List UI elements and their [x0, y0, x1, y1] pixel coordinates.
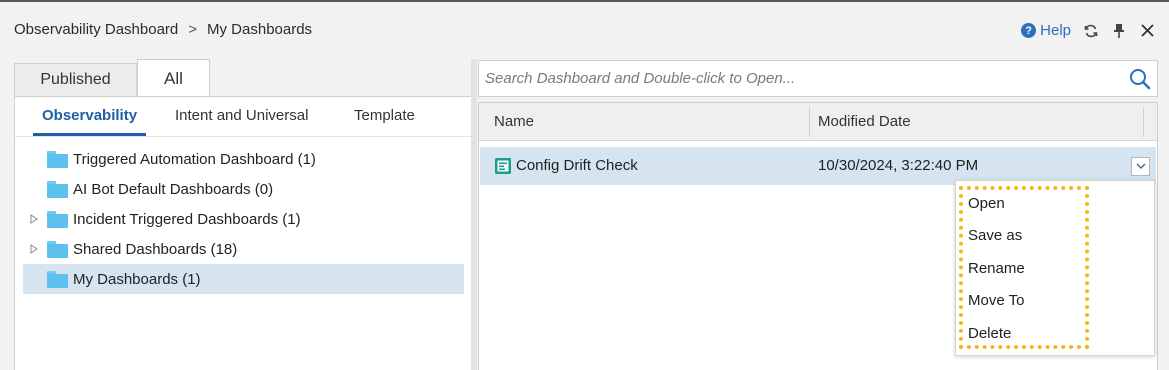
close-icon[interactable]	[1139, 23, 1155, 39]
tab-published[interactable]: Published	[14, 63, 137, 96]
help-label: Help	[1040, 22, 1071, 39]
expander-placeholder	[27, 272, 41, 286]
search-icon[interactable]	[1128, 67, 1152, 91]
folder-icon	[47, 210, 68, 228]
row-menu-dropdown-button[interactable]	[1131, 157, 1150, 176]
help-link[interactable]: ? Help	[1021, 22, 1071, 39]
top-tabs: Published All	[14, 59, 472, 97]
column-divider[interactable]	[1143, 107, 1144, 137]
panel-splitter[interactable]	[471, 59, 477, 370]
breadcrumb-current: My Dashboards	[207, 21, 313, 38]
menu-item-open[interactable]: Open	[968, 191, 1078, 215]
menu-item-save-as[interactable]: Save as	[968, 223, 1078, 247]
tree-item-label: Shared Dashboards (18)	[73, 240, 238, 258]
breadcrumb-separator: >	[188, 21, 198, 38]
tree-item-label: Incident Triggered Dashboards (1)	[73, 210, 301, 228]
breadcrumb-root[interactable]: Observability Dashboard	[14, 21, 178, 38]
subtab-template[interactable]: Template	[354, 107, 415, 124]
sub-tabs: Observability Intent and Universal Templ…	[15, 97, 471, 137]
tree-item-ai-bot[interactable]: AI Bot Default Dashboards (0)	[23, 174, 464, 204]
menu-item-move-to[interactable]: Move To	[968, 288, 1078, 312]
folder-icon	[47, 240, 68, 258]
menu-item-delete[interactable]: Delete	[968, 321, 1078, 345]
subtab-observability[interactable]: Observability	[42, 107, 137, 124]
expand-arrow-icon[interactable]	[27, 242, 41, 256]
left-panel: Published All Observability Intent and U…	[14, 59, 472, 370]
search-box	[478, 60, 1158, 97]
column-divider[interactable]	[809, 107, 810, 137]
tree-item-label: My Dashboards (1)	[73, 270, 201, 288]
folder-icon	[47, 270, 68, 288]
column-header-modified-date[interactable]: Modified Date	[818, 103, 911, 140]
menu-item-rename[interactable]: Rename	[968, 256, 1078, 280]
grid-header: Name Modified Date	[479, 103, 1157, 141]
tree-item-my-dashboards[interactable]: My Dashboards (1)	[23, 264, 464, 294]
tree-item-incident-triggered[interactable]: Incident Triggered Dashboards (1)	[23, 204, 464, 234]
tree-item-triggered-automation[interactable]: Triggered Automation Dashboard (1)	[23, 144, 464, 174]
tree-item-label: Triggered Automation Dashboard (1)	[73, 150, 316, 168]
subtab-intent-universal[interactable]: Intent and Universal	[175, 107, 308, 124]
folder-tree-panel: Observability Intent and Universal Templ…	[14, 96, 472, 370]
search-input[interactable]	[485, 63, 1115, 94]
dashboard-doc-icon	[494, 157, 512, 175]
tab-all[interactable]: All	[137, 59, 210, 97]
refresh-icon[interactable]	[1083, 23, 1099, 39]
folder-icon	[47, 180, 68, 198]
subtab-active-indicator	[33, 133, 146, 136]
tree-item-label: AI Bot Default Dashboards (0)	[73, 180, 274, 198]
header-bar: Observability Dashboard > My Dashboards …	[0, 2, 1169, 60]
pin-icon[interactable]	[1111, 23, 1127, 39]
column-header-name[interactable]: Name	[494, 103, 534, 140]
expand-arrow-icon[interactable]	[27, 212, 41, 226]
tree-item-shared[interactable]: Shared Dashboards (18)	[23, 234, 464, 264]
header-tools: ? Help	[1021, 22, 1155, 39]
help-icon: ?	[1021, 23, 1037, 38]
row-name-cell: Config Drift Check	[516, 157, 638, 174]
expander-placeholder	[27, 182, 41, 196]
row-context-menu: Open Save as Rename Move To Delete	[955, 180, 1155, 356]
expander-placeholder	[27, 152, 41, 166]
folder-icon	[47, 150, 68, 168]
row-modified-cell: 10/30/2024, 3:22:40 PM	[818, 157, 979, 174]
breadcrumb: Observability Dashboard > My Dashboards	[14, 21, 312, 38]
